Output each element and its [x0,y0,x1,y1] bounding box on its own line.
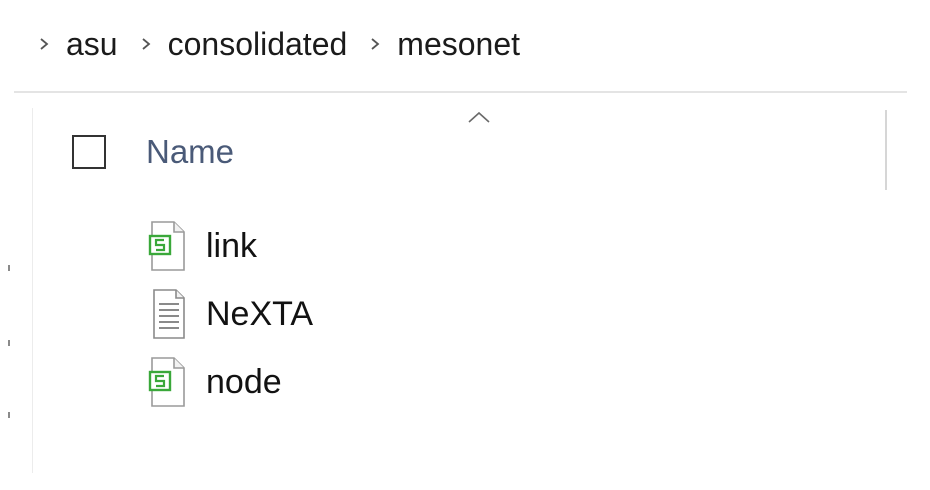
breadcrumb-item-mesonet[interactable]: mesonet [397,26,520,63]
breadcrumb: asu consolidated mesonet [36,22,540,66]
header-divider [14,91,907,93]
file-explorer-window: asu consolidated mesonet Name link NeXTA… [0,0,930,490]
select-all-checkbox[interactable] [72,135,106,169]
file-list: link NeXTA node [146,212,313,416]
file-name: link [206,226,258,265]
spreadsheet-file-icon [146,355,190,409]
column-header: Name [72,128,234,176]
chevron-right-icon[interactable] [36,22,52,66]
file-row-node[interactable]: node [146,348,313,416]
file-row-link[interactable]: link [146,212,313,280]
navigation-pane-edge[interactable] [32,108,33,473]
navigation-pane-marker [8,412,10,418]
breadcrumb-item-consolidated[interactable]: consolidated [168,26,348,63]
breadcrumb-item-asu[interactable]: asu [66,26,118,63]
file-name: NeXTA [206,294,314,333]
chevron-right-icon[interactable] [367,22,383,66]
name-column-header[interactable]: Name [146,133,234,171]
spreadsheet-file-icon [146,219,190,273]
navigation-pane-marker [8,340,10,346]
column-resize-handle[interactable] [885,110,887,190]
sort-ascending-icon [468,111,490,123]
file-name: node [206,362,282,401]
text-file-icon [146,287,190,341]
file-row-nexta[interactable]: NeXTA [146,280,313,348]
chevron-right-icon[interactable] [138,22,154,66]
navigation-pane-marker [8,265,10,271]
